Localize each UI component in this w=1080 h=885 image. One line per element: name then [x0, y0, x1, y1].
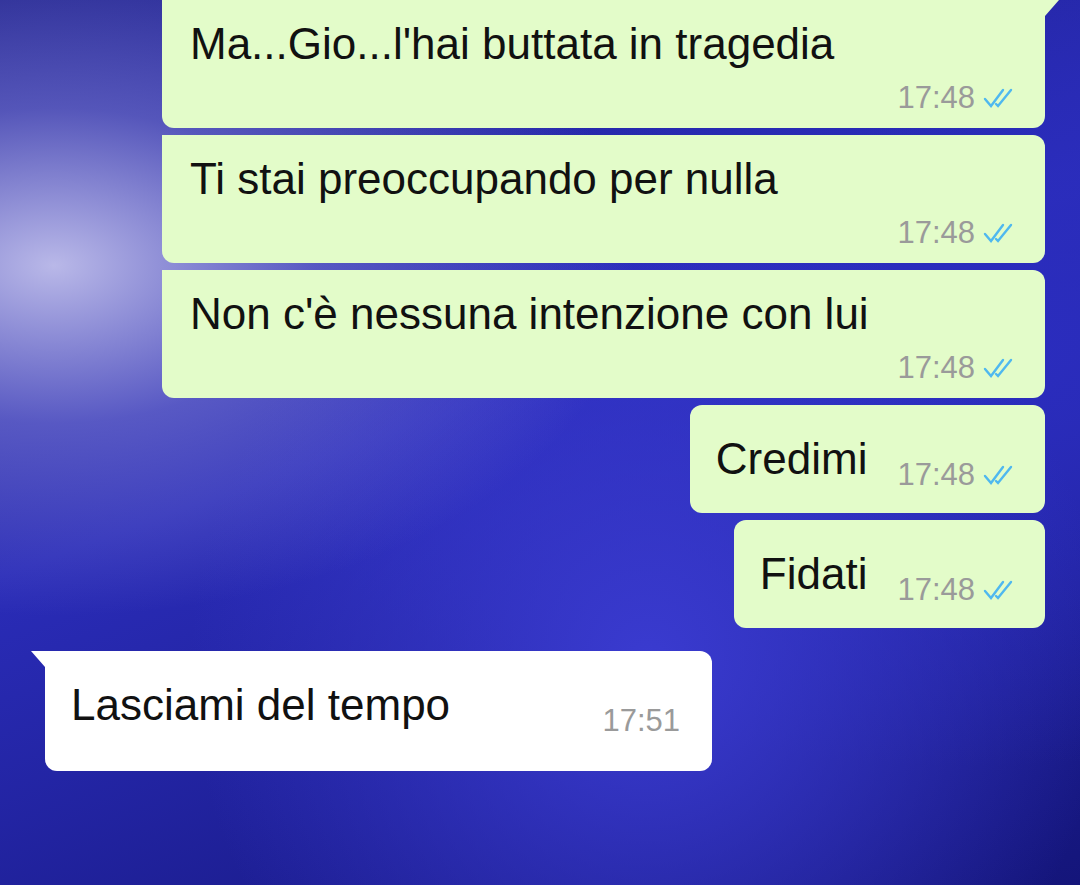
message-text: Ma...Gio...l'hai buttata in tragedia: [190, 18, 1017, 70]
chat-view: Ma...Gio...l'hai buttata in tragedia 17:4…: [0, 0, 1080, 885]
message-row: Credimi 17:48: [45, 405, 1045, 513]
message-time: 17:51: [602, 701, 680, 741]
message-meta: 17:48: [897, 78, 1017, 118]
message-text: Fidati: [760, 548, 868, 600]
double-tick-icon: [983, 222, 1017, 244]
message-meta: 17:48: [897, 570, 1017, 610]
message-meta: 17:51: [602, 701, 680, 741]
message-row: Fidati 17:48: [45, 520, 1045, 628]
message-row: Ti stai preoccupando per nulla 17:48: [45, 135, 1045, 263]
message-bubble[interactable]: Ma...Gio...l'hai buttata in tragedia 17:4…: [162, 0, 1045, 128]
message-meta: 17:48: [897, 455, 1017, 495]
double-tick-icon: [983, 87, 1017, 109]
message-meta: 17:48: [897, 348, 1017, 388]
message-bubble[interactable]: Ti stai preoccupando per nulla 17:48: [162, 135, 1045, 263]
message-bubble[interactable]: Credimi 17:48: [690, 405, 1045, 513]
message-bubble[interactable]: Lasciami del tempo 17:51: [45, 651, 712, 771]
message-time: 17:48: [897, 455, 975, 495]
message-bubble[interactable]: Fidati 17:48: [734, 520, 1045, 628]
message-text: Non c'è nessuna intenzione con lui: [190, 288, 1017, 340]
message-time: 17:48: [897, 78, 975, 118]
message-row: Non c'è nessuna intenzione con lui 17:48: [45, 270, 1045, 398]
double-tick-icon: [983, 357, 1017, 379]
message-text: Ti stai preoccupando per nulla: [190, 153, 1017, 205]
message-text: Credimi: [716, 433, 868, 485]
message-row: Ma...Gio...l'hai buttata in tragedia 17:4…: [45, 0, 1045, 128]
double-tick-icon: [983, 579, 1017, 601]
message-meta: 17:48: [897, 213, 1017, 253]
message-bubble[interactable]: Non c'è nessuna intenzione con lui 17:48: [162, 270, 1045, 398]
message-time: 17:48: [897, 348, 975, 388]
double-tick-icon: [983, 464, 1017, 486]
message-time: 17:48: [897, 570, 975, 610]
message-time: 17:48: [897, 213, 975, 253]
message-row: Lasciami del tempo 17:51: [45, 651, 1045, 771]
message-text: Lasciami del tempo: [71, 679, 450, 731]
message-list: Ma...Gio...l'hai buttata in tragedia 17:4…: [0, 0, 1080, 771]
